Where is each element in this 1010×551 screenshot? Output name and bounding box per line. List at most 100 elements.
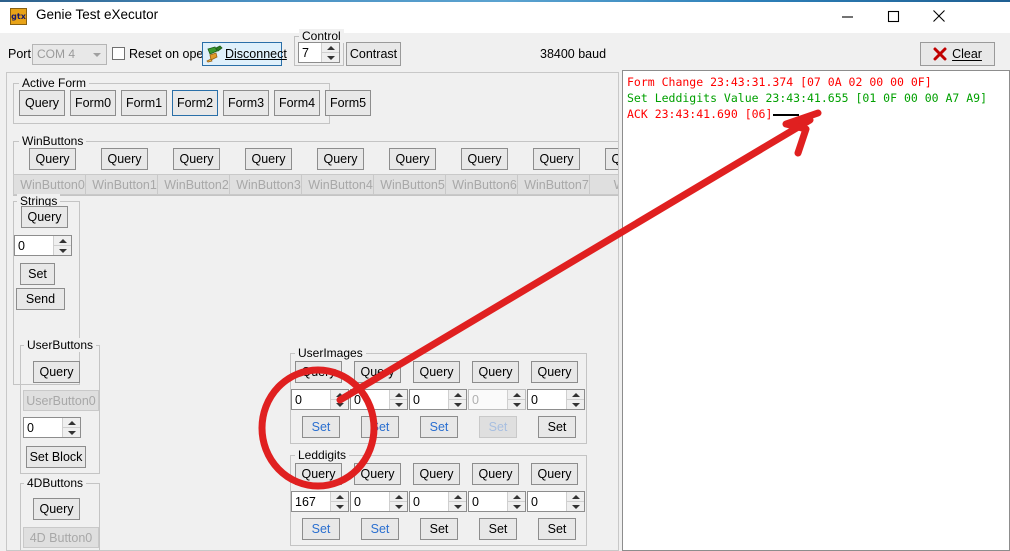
winbuttons-query-button-5[interactable]: Query <box>389 148 436 170</box>
close-button[interactable] <box>916 0 962 32</box>
contrast-button[interactable]: Contrast <box>346 42 401 66</box>
stepper-up-icon[interactable] <box>567 492 584 502</box>
winbuttons-query-button-2[interactable]: Query <box>173 148 220 170</box>
stepper-buttons[interactable] <box>507 390 525 409</box>
port-select[interactable]: COM 4 <box>32 44 107 65</box>
stepper-down-icon[interactable] <box>508 400 525 409</box>
userbutton-0[interactable]: UserButton0 <box>23 390 99 411</box>
stepper-buttons[interactable] <box>566 492 584 511</box>
leddigits-value-stepper-2[interactable]: 0 <box>409 491 467 512</box>
leddigits-set-button-3[interactable]: Set <box>479 518 517 540</box>
leddigits-set-button-1[interactable]: Set <box>361 518 399 540</box>
userimages-set-button-0[interactable]: Set <box>302 416 340 438</box>
userbuttons-value-stepper[interactable]: 0 <box>23 417 81 438</box>
stepper-down-icon[interactable] <box>390 502 407 511</box>
winbuttons-query-button-4[interactable]: Query <box>317 148 364 170</box>
stepper-buttons[interactable] <box>330 390 348 409</box>
leddigits-set-button-0[interactable]: Set <box>302 518 340 540</box>
active-form-form2-button[interactable]: Form2 <box>172 90 218 116</box>
stepper-up-icon[interactable] <box>508 492 525 502</box>
active-form-form3-button[interactable]: Form3 <box>223 90 269 116</box>
stepper-up-icon[interactable] <box>449 390 466 400</box>
leddigits-value-stepper-4[interactable]: 0 <box>527 491 585 512</box>
active-form-form4-button[interactable]: Form4 <box>274 90 320 116</box>
leddigits-query-button-0[interactable]: Query <box>295 463 342 485</box>
stepper-down-icon[interactable] <box>54 246 71 255</box>
disconnect-button[interactable]: Disconnect <box>202 42 282 66</box>
winbutton-5[interactable]: WinButton5 <box>373 174 452 195</box>
stepper-up-icon[interactable] <box>508 390 525 400</box>
leddigits-query-button-3[interactable]: Query <box>472 463 519 485</box>
minimize-button[interactable] <box>824 0 870 32</box>
fourdbuttons-query-button[interactable]: Query <box>33 498 80 520</box>
winbuttons-query-button-0[interactable]: Query <box>29 148 76 170</box>
userimages-value-stepper-0[interactable]: 0 <box>291 389 349 410</box>
stepper-buttons[interactable] <box>448 390 466 409</box>
reset-on-open-checkbox[interactable]: Reset on open <box>112 47 210 61</box>
control-value-stepper[interactable]: 7 <box>298 42 340 63</box>
clear-button[interactable]: Clear <box>920 42 995 66</box>
leddigits-value-stepper-3[interactable]: 0 <box>468 491 526 512</box>
stepper-up-icon[interactable] <box>331 492 348 502</box>
winbuttons-query-button-7[interactable]: Query <box>533 148 580 170</box>
userbuttons-set-block-button[interactable]: Set Block <box>26 446 86 468</box>
stepper-buttons[interactable] <box>62 418 80 437</box>
stepper-down-icon[interactable] <box>322 53 339 62</box>
stepper-buttons[interactable] <box>448 492 466 511</box>
serial-log-panel[interactable]: Form Change 23:43:31.374 [07 0A 02 00 00… <box>622 70 1010 551</box>
maximize-button[interactable] <box>870 0 916 32</box>
userimages-query-button-1[interactable]: Query <box>354 361 401 383</box>
stepper-down-icon[interactable] <box>390 400 407 409</box>
userimages-query-button-4[interactable]: Query <box>531 361 578 383</box>
leddigits-set-button-4[interactable]: Set <box>538 518 576 540</box>
stepper-down-icon[interactable] <box>508 502 525 511</box>
userimages-value-stepper-1[interactable]: 0 <box>350 389 408 410</box>
stepper-up-icon[interactable] <box>322 43 339 53</box>
stepper-up-icon[interactable] <box>449 492 466 502</box>
leddigits-value-stepper-0[interactable]: 167 <box>291 491 349 512</box>
stepper-up-icon[interactable] <box>331 390 348 400</box>
userimages-query-button-0[interactable]: Query <box>295 361 342 383</box>
winbutton-2[interactable]: WinButton2 <box>157 174 236 195</box>
userimages-set-button-3[interactable]: Set <box>479 416 517 438</box>
winbuttons-query-button-8[interactable]: Query <box>605 148 619 170</box>
leddigits-query-button-1[interactable]: Query <box>354 463 401 485</box>
stepper-buttons[interactable] <box>389 390 407 409</box>
winbutton-4[interactable]: WinButton4 <box>301 174 380 195</box>
winbuttons-query-button-3[interactable]: Query <box>245 148 292 170</box>
stepper-down-icon[interactable] <box>63 428 80 437</box>
stepper-buttons[interactable] <box>321 43 339 62</box>
userbuttons-query-button[interactable]: Query <box>33 361 80 383</box>
winbutton-6[interactable]: WinButton6 <box>445 174 524 195</box>
winbutton-3[interactable]: WinButton3 <box>229 174 308 195</box>
stepper-down-icon[interactable] <box>331 502 348 511</box>
winbutton-1[interactable]: WinButton1 <box>85 174 164 195</box>
stepper-up-icon[interactable] <box>390 492 407 502</box>
strings-set-button[interactable]: Set <box>20 263 55 285</box>
leddigits-query-button-4[interactable]: Query <box>531 463 578 485</box>
stepper-buttons[interactable] <box>389 492 407 511</box>
userimages-query-button-3[interactable]: Query <box>472 361 519 383</box>
winbuttons-query-button-1[interactable]: Query <box>101 148 148 170</box>
active-form-form0-button[interactable]: Form0 <box>70 90 116 116</box>
userimages-value-stepper-4[interactable]: 0 <box>527 389 585 410</box>
userimages-value-stepper-2[interactable]: 0 <box>409 389 467 410</box>
stepper-up-icon[interactable] <box>63 418 80 428</box>
winbutton-7[interactable]: WinButton7 <box>517 174 596 195</box>
stepper-buttons[interactable] <box>330 492 348 511</box>
winbutton-8[interactable]: WinB <box>589 174 619 195</box>
leddigits-set-button-2[interactable]: Set <box>420 518 458 540</box>
active-form-form1-button[interactable]: Form1 <box>121 90 167 116</box>
userimages-set-button-4[interactable]: Set <box>538 416 576 438</box>
stepper-buttons[interactable] <box>507 492 525 511</box>
stepper-down-icon[interactable] <box>449 502 466 511</box>
strings-query-button[interactable]: Query <box>21 206 68 228</box>
strings-value-stepper[interactable]: 0 <box>14 235 72 256</box>
fourd-button-0[interactable]: 4D Button0 <box>23 527 99 548</box>
stepper-down-icon[interactable] <box>449 400 466 409</box>
stepper-buttons[interactable] <box>53 236 71 255</box>
winbuttons-query-button-6[interactable]: Query <box>461 148 508 170</box>
leddigits-query-button-2[interactable]: Query <box>413 463 460 485</box>
stepper-up-icon[interactable] <box>567 390 584 400</box>
stepper-buttons[interactable] <box>566 390 584 409</box>
